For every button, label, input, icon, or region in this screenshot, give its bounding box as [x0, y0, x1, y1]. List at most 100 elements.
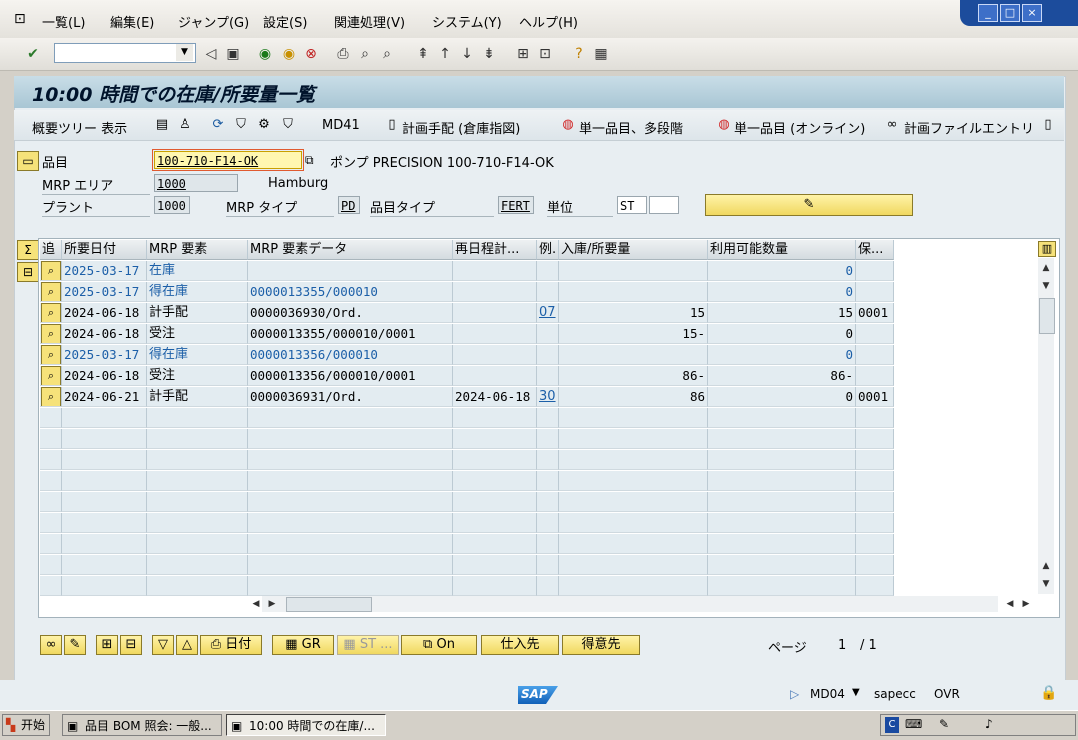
date-button[interactable]: ⎙ 日付 [200, 635, 262, 655]
back-green-icon[interactable]: ◉ [256, 45, 274, 63]
scroll-right-icon[interactable]: ▶ [264, 596, 280, 612]
magnifier-icon[interactable]: ⌕ [41, 324, 61, 343]
layout-filter-icon[interactable]: ⛉ [280, 117, 296, 133]
scroll-left-icon[interactable]: ◀ [248, 596, 264, 612]
column-header-mrp-element[interactable]: MRP 要素 [147, 240, 248, 260]
material-field[interactable]: 100-710-F14-OK [152, 149, 304, 171]
maximize-button[interactable]: □ [1000, 4, 1020, 22]
scroll-left-end-icon[interactable]: ◀ [1002, 596, 1018, 612]
new-session-icon[interactable]: ⊞ [514, 45, 532, 63]
cancel-icon[interactable]: ⊗ [302, 45, 320, 63]
column-header-available[interactable]: 利用可能数量 [708, 240, 856, 260]
layout-icon[interactable]: ▦ [592, 45, 610, 63]
edit-button[interactable]: ✎ [64, 635, 86, 655]
cell-element-data[interactable]: 0000036930/Ord. [248, 303, 453, 323]
ime-mode-icon[interactable]: ⌨ [905, 717, 922, 731]
task-bom-display[interactable]: ▣ 品目 BOM 照会: 一般... [62, 714, 222, 736]
close-button[interactable]: × [1022, 4, 1042, 22]
document-icon[interactable]: ▯ [384, 117, 400, 133]
magnifier-icon[interactable]: ⌕ [41, 366, 61, 385]
edit-header-button[interactable]: ✎ [705, 194, 913, 216]
column-header-exception[interactable]: 例. [537, 240, 559, 260]
start-button[interactable]: ▚ 开始 [2, 714, 50, 736]
glasses-icon[interactable]: ∞ [884, 117, 900, 133]
column-header-storage[interactable]: 保... [856, 240, 894, 260]
cell-exception[interactable] [537, 261, 559, 281]
copy-icon[interactable]: ⧉ [305, 153, 319, 167]
magnifier-icon[interactable]: ⌕ [41, 345, 61, 364]
column-header-addl[interactable]: 追 [40, 240, 62, 260]
cell-element-data[interactable]: 0000013356/000010 [248, 345, 453, 365]
vendor-button[interactable]: 仕入先 [481, 635, 559, 655]
vertical-scrollbar[interactable]: ▲ ▼ ▲ ▼ [1038, 258, 1055, 594]
find-icon[interactable]: ⌕ [356, 45, 374, 63]
menu-edit[interactable]: 編集(E) [110, 12, 154, 31]
refresh-icon[interactable]: ⟳ [210, 117, 226, 133]
scroll-down-bottom-icon[interactable]: ▼ [1038, 576, 1054, 592]
md41-button[interactable]: MD41 [322, 118, 360, 133]
command-field[interactable] [54, 43, 196, 63]
cell-element-data[interactable]: 0000013355/000010 [248, 282, 453, 302]
glasses-button[interactable]: ∞ [40, 635, 62, 655]
collapse-button[interactable]: ⊟ [120, 635, 142, 655]
material-icon[interactable]: ▤ [154, 117, 170, 133]
first-page-icon[interactable]: ⇞ [414, 45, 432, 63]
help-icon[interactable]: ? [570, 45, 588, 63]
column-header-receipt-req[interactable]: 入庫/所要量 [559, 240, 708, 260]
planning-online-icon[interactable]: ◍ [716, 117, 732, 133]
check-icon[interactable]: ✔ [24, 45, 42, 63]
status-expand-icon[interactable]: ▷ [790, 687, 799, 701]
user-icon[interactable]: ♙ [177, 117, 193, 133]
filter-icon[interactable]: ⛉ [233, 117, 249, 133]
exit-icon[interactable]: ◉ [280, 45, 298, 63]
menu-goto[interactable]: ジャンプ(G) [178, 12, 249, 31]
planning-list-button[interactable]: 計画手配 (倉庫指図) [402, 118, 520, 137]
cell-exception[interactable]: 30 [537, 387, 559, 407]
menu-system[interactable]: システム(Y) [432, 12, 502, 31]
column-header-req-date[interactable]: 所要日付 [62, 240, 147, 260]
minimize-button[interactable]: _ [978, 4, 998, 22]
menu-help[interactable]: ヘルプ(H) [519, 12, 578, 31]
last-page-icon[interactable]: ⇟ [480, 45, 498, 63]
sum-icon[interactable]: Σ [17, 240, 39, 260]
on-button[interactable]: ⧉ On [401, 635, 477, 655]
system-menu-icon[interactable]: ⊡ [14, 11, 26, 27]
more-document-icon[interactable]: ▯ [1040, 117, 1056, 133]
shortcut-icon[interactable]: ⊡ [536, 45, 554, 63]
ime-icon[interactable]: C [885, 717, 899, 733]
magnifier-icon[interactable]: ⌕ [41, 282, 61, 301]
status-dropdown-icon[interactable]: ▼ [852, 687, 860, 698]
find-next-icon[interactable]: ⌕ [378, 45, 396, 63]
st-button[interactable]: ▦ ST ... [337, 635, 399, 655]
folder-icon[interactable]: ▭ [17, 151, 39, 171]
magnifier-icon[interactable]: ⌕ [41, 387, 61, 406]
cell-element-data[interactable]: 0000013356/000010/0001 [248, 366, 453, 386]
scroll-thumb[interactable] [1039, 298, 1055, 334]
cell-element-data[interactable]: 0000036931/Ord. [248, 387, 453, 407]
scroll-right-end-icon[interactable]: ▶ [1018, 596, 1034, 612]
magnifier-icon[interactable]: ⌕ [41, 261, 61, 280]
menu-list[interactable]: 一覧(L) [42, 12, 85, 31]
scroll-up-bottom-icon[interactable]: ▲ [1038, 558, 1054, 574]
next-page-icon[interactable]: ↓ [458, 45, 476, 63]
task-stock-list[interactable]: ▣ 10:00 時間での在庫/... [226, 714, 386, 736]
cell-exception[interactable] [537, 366, 559, 386]
cell-exception[interactable]: 07 [537, 303, 559, 323]
scroll-down-icon[interactable]: ▼ [1038, 278, 1054, 294]
overview-tree-button[interactable]: 概要ツリー 表示 [32, 118, 127, 137]
print-icon[interactable]: ⎙ [334, 45, 352, 63]
sort-up-button[interactable]: △ [176, 635, 198, 655]
single-item-multilevel-button[interactable]: 単一品目、多段階 [579, 118, 683, 137]
cell-element-data[interactable]: 0000013355/000010/0001 [248, 324, 453, 344]
magnifier-icon[interactable]: ⌕ [41, 303, 61, 322]
column-header-reschedule[interactable]: 再日程計... [453, 240, 537, 260]
command-dropdown-icon[interactable]: ▼ [176, 44, 193, 61]
gr-button[interactable]: ▦ GR [272, 635, 334, 655]
customer-button[interactable]: 得意先 [562, 635, 640, 655]
planning-multilevel-icon[interactable]: ◍ [560, 117, 576, 133]
cell-exception[interactable] [537, 345, 559, 365]
volume-icon[interactable]: ♪ [985, 717, 993, 731]
menu-environment[interactable]: 関連処理(V) [334, 12, 405, 31]
pen-icon[interactable]: ✎ [939, 717, 949, 731]
single-item-online-button[interactable]: 単一品目 (オンライン) [734, 118, 865, 137]
